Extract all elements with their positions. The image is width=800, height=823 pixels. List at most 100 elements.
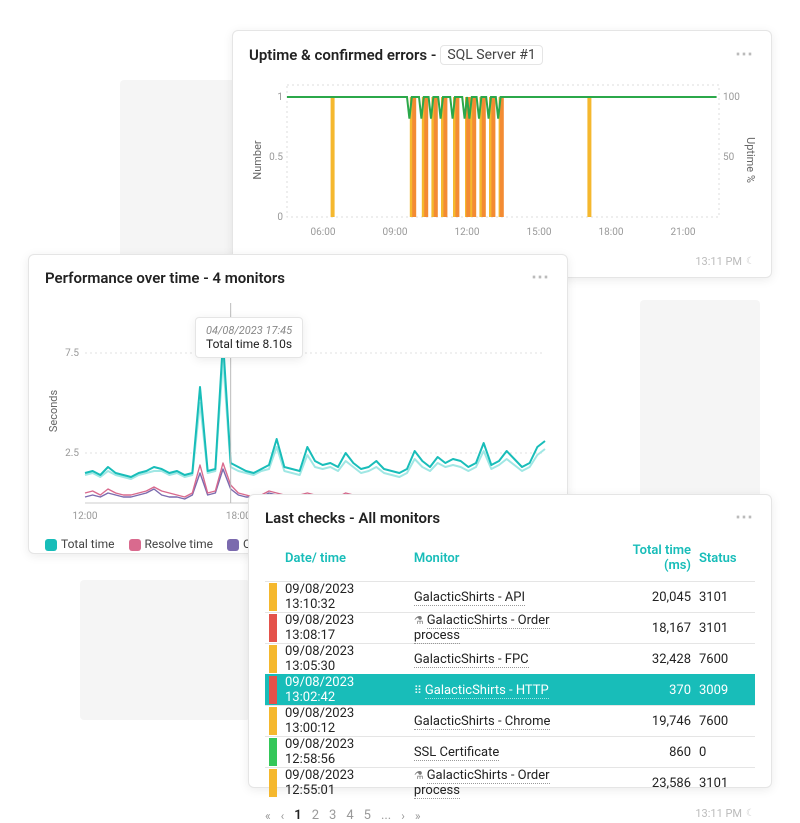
status-color-chip: [269, 645, 277, 673]
tooltip-value: Total time 8.10s: [206, 337, 292, 351]
cell-monitor: GalacticShirts - API: [410, 582, 600, 613]
col-status[interactable]: Status: [695, 537, 755, 582]
pager-page[interactable]: 4: [346, 808, 353, 823]
cell-datetime: 09/08/2023 12:58:56: [281, 737, 410, 768]
svg-text:21:00: 21:00: [671, 227, 696, 238]
table-row[interactable]: 09/08/2023 13:08:17⚗GalacticShirts - Ord…: [265, 613, 755, 644]
monitor-name: GalacticShirts - Chrome: [414, 714, 551, 730]
cell-status: 3009: [695, 675, 755, 706]
grid-icon: ⠿: [414, 684, 422, 697]
cell-datetime: 09/08/2023 13:00:12: [281, 706, 410, 737]
svg-text:0.5: 0.5: [269, 152, 283, 163]
more-icon[interactable]: ⋯: [735, 50, 755, 60]
cell-total: 370: [600, 675, 695, 706]
cell-status: 3101: [695, 582, 755, 613]
svg-text:2.5: 2.5: [65, 448, 79, 459]
pager-page[interactable]: ...: [381, 808, 391, 823]
table-row[interactable]: 09/08/2023 12:58:56SSL Certificate 8600: [265, 737, 755, 768]
table-row[interactable]: 09/08/2023 12:55:01⚗GalacticShirts - Ord…: [265, 768, 755, 799]
checks-table: Date/ time Monitor Total time (ms) Statu…: [265, 537, 755, 798]
legend-label: Resolve time: [145, 537, 214, 551]
monitor-name: GalacticShirts - Order process: [414, 768, 550, 799]
more-icon[interactable]: ⋯: [735, 513, 755, 523]
pager-page[interactable]: 1: [294, 808, 301, 823]
cell-total: 18,167: [600, 613, 695, 644]
monitor-name: GalacticShirts - FPC: [414, 652, 529, 668]
cell-status: 3101: [695, 768, 755, 799]
col-datetime[interactable]: Date/ time: [281, 537, 410, 582]
cell-datetime: 09/08/2023 13:10:32: [281, 582, 410, 613]
svg-text:Number: Number: [251, 140, 264, 180]
card-header: Last checks - All monitors ⋯: [265, 509, 755, 527]
monitor-name: GalacticShirts - HTTP: [425, 683, 549, 699]
svg-text:0: 0: [277, 212, 283, 223]
status-color-chip: [269, 769, 277, 797]
tooltip-date: 04/08/2023 17:45: [206, 324, 292, 337]
cell-monitor: ⚗GalacticShirts - Order process: [410, 613, 600, 644]
svg-text:18:00: 18:00: [599, 227, 624, 238]
uptime-errors-card: Uptime & confirmed errors - SQL Server #…: [232, 30, 772, 278]
cell-status: 7600: [695, 644, 755, 675]
cell-total: 32,428: [600, 644, 695, 675]
cell-datetime: 09/08/2023 12:55:01: [281, 768, 410, 799]
svg-text:12:00: 12:00: [73, 511, 98, 522]
monitor-pill[interactable]: SQL Server #1: [440, 45, 542, 65]
cell-monitor: ⠿GalacticShirts - HTTP: [410, 675, 600, 706]
legend-swatch: [45, 539, 57, 551]
pager-page[interactable]: 3: [329, 808, 336, 823]
moon-icon: ☾: [746, 256, 755, 267]
cell-datetime: 09/08/2023 13:05:30: [281, 644, 410, 675]
flask-icon: ⚗: [414, 769, 424, 782]
cell-total: 20,045: [600, 582, 695, 613]
cell-total: 860: [600, 737, 695, 768]
pager-last-icon[interactable]: »: [415, 809, 421, 823]
cell-monitor: GalacticShirts - FPC: [410, 644, 600, 675]
card-timestamp: 13:11 PM☾: [695, 807, 755, 820]
status-color-chip: [269, 583, 277, 611]
status-color-chip: [269, 707, 277, 735]
status-color-chip: [269, 738, 277, 766]
monitor-name: GalacticShirts - Order process: [414, 613, 550, 644]
legend-item[interactable]: Resolve time: [129, 537, 214, 551]
card-title: Performance over time - 4 monitors: [45, 269, 285, 287]
chart-tooltip: 04/08/2023 17:45 Total time 8.10s: [195, 317, 303, 358]
table-row[interactable]: 09/08/2023 13:00:12GalacticShirts - Chro…: [265, 706, 755, 737]
uptime-chart: 00.515010006:0009:0012:0015:0018:0021:00…: [249, 75, 757, 245]
svg-text:1: 1: [277, 92, 283, 103]
cell-datetime: 09/08/2023 13:08:17: [281, 613, 410, 644]
cell-monitor: SSL Certificate: [410, 737, 600, 768]
legend-swatch: [129, 539, 141, 551]
status-color-chip: [269, 614, 277, 642]
col-monitor[interactable]: Monitor: [410, 537, 600, 582]
svg-text:09:00: 09:00: [383, 227, 408, 238]
legend-label: Total time: [61, 537, 115, 551]
pager-page[interactable]: 2: [312, 808, 319, 823]
cell-status: 0: [695, 737, 755, 768]
svg-text:7.5: 7.5: [65, 348, 79, 359]
svg-text:12:00: 12:00: [455, 227, 480, 238]
svg-text:Uptime %: Uptime %: [744, 137, 757, 183]
cell-monitor: GalacticShirts - Chrome: [410, 706, 600, 737]
last-checks-card: Last checks - All monitors ⋯ Date/ time …: [248, 494, 772, 788]
monitor-name: SSL Certificate: [414, 745, 499, 761]
monitor-name: GalacticShirts - API: [414, 590, 525, 606]
legend-item[interactable]: Total time: [45, 537, 115, 551]
pager-prev-icon[interactable]: ‹: [281, 809, 285, 823]
card-header: Uptime & confirmed errors - SQL Server #…: [249, 45, 755, 65]
cell-total: 23,586: [600, 768, 695, 799]
card-title: Last checks - All monitors: [265, 509, 440, 527]
pager: « ‹ 12345... › »: [265, 808, 420, 823]
moon-icon: ☾: [746, 808, 755, 819]
col-total[interactable]: Total time (ms): [600, 537, 695, 582]
table-row[interactable]: 09/08/2023 13:10:32GalacticShirts - API 2…: [265, 582, 755, 613]
pager-first-icon[interactable]: «: [265, 809, 271, 823]
svg-text:15:00: 15:00: [527, 227, 552, 238]
card-title: Uptime & confirmed errors -: [249, 46, 436, 64]
table-row[interactable]: 09/08/2023 13:05:30GalacticShirts - FPC 3…: [265, 644, 755, 675]
cell-total: 19,746: [600, 706, 695, 737]
pager-page[interactable]: 5: [364, 808, 371, 823]
cell-monitor: ⚗GalacticShirts - Order process: [410, 768, 600, 799]
more-icon[interactable]: ⋯: [531, 273, 551, 283]
table-row[interactable]: 09/08/2023 13:02:42⠿GalacticShirts - HTT…: [265, 675, 755, 706]
pager-next-icon[interactable]: ›: [401, 809, 405, 823]
